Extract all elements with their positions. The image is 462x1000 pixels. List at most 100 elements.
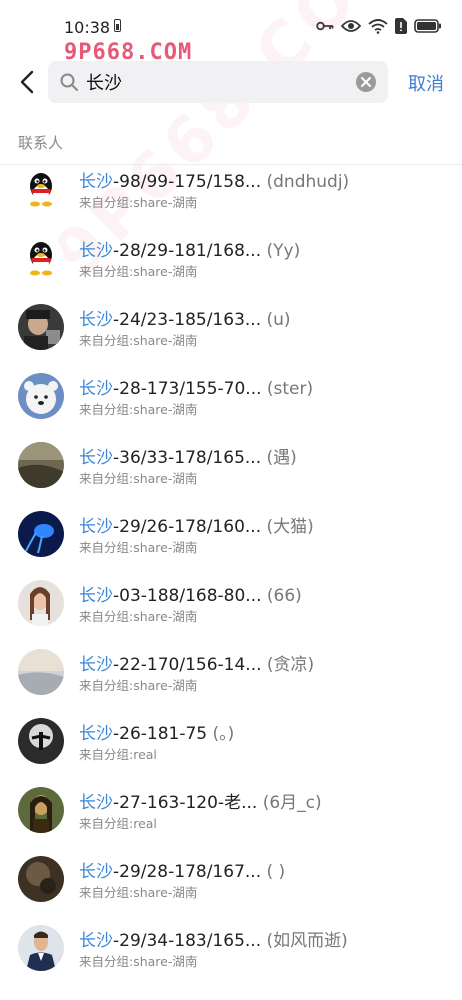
contact-name: 长沙-26-181-75 (。) [79, 719, 449, 744]
contact-name: 长沙-29/28-178/167... ( ) [79, 857, 449, 882]
contact-group: 来自分组:real [79, 747, 157, 762]
contact-row[interactable]: 长沙-36/33-178/165... (遇) 来自分组:share-湖南 [0, 442, 462, 511]
contact-name-highlight: 长沙 [79, 448, 113, 468]
contact-name-highlight: 长沙 [79, 586, 113, 606]
section-label-contacts: 联系人 [18, 134, 64, 152]
clear-button[interactable] [356, 72, 376, 92]
contact-name-rest: -22-170/156-14... [113, 655, 267, 675]
cancel-button[interactable]: 取消 [408, 70, 444, 96]
contact-name-highlight: 长沙 [79, 862, 113, 882]
status-icons [316, 18, 442, 34]
contact-row[interactable]: 长沙-98/99-175/158... (dndhudj) 来自分组:share… [0, 166, 462, 235]
contact-name: 长沙-98/99-175/158... (dndhudj) [79, 167, 449, 192]
contact-group: 来自分组:share-湖南 [79, 402, 198, 417]
close-icon [361, 77, 371, 87]
contact-name-highlight: 长沙 [79, 379, 113, 399]
contact-nickname: ( ) [266, 862, 286, 882]
avatar [18, 304, 64, 350]
contact-name: 长沙-24/23-185/163... (u) [79, 305, 449, 330]
contact-row[interactable]: 长沙-29/34-183/165... (如风而逝) 来自分组:share-湖南 [0, 925, 462, 994]
avatar [18, 166, 64, 212]
contact-name-rest: -36/33-178/165... [113, 448, 267, 468]
contact-row[interactable]: 长沙-03-188/168-80... (66) 来自分组:share-湖南 [0, 580, 462, 649]
contact-row[interactable]: 长沙-29/26-178/160... (大猫) 来自分组:share-湖南 [0, 511, 462, 580]
avatar [18, 856, 64, 902]
contact-row[interactable]: 长沙-28-173/155-70... (ster) 来自分组:share-湖南 [0, 373, 462, 442]
contact-nickname: (大猫) [266, 517, 314, 537]
contact-name-rest: -29/26-178/160... [113, 517, 267, 537]
sim-alert-icon [395, 18, 407, 34]
contact-nickname: (遇) [266, 448, 297, 468]
contact-group: 来自分组:share-湖南 [79, 471, 198, 486]
contact-name: 长沙-28/29-181/168... (Yy) [79, 236, 449, 261]
contact-row[interactable]: 长沙-22-170/156-14... (贪凉) 来自分组:share-湖南 [0, 649, 462, 718]
contact-group: 来自分组:share-湖南 [79, 954, 198, 969]
avatar [18, 373, 64, 419]
contact-name-highlight: 长沙 [79, 241, 113, 261]
divider [0, 164, 462, 165]
contact-name-highlight: 长沙 [79, 655, 113, 675]
contact-group: 来自分组:real [79, 816, 157, 831]
search-box[interactable] [48, 61, 388, 103]
contact-nickname: (6月_c) [262, 793, 322, 813]
contact-name-rest: -98/99-175/158... [113, 172, 267, 192]
contact-row[interactable]: 长沙-28/29-181/168... (Yy) 来自分组:share-湖南 [0, 235, 462, 304]
contact-group: 来自分组:share-湖南 [79, 678, 198, 693]
contact-group: 来自分组:share-湖南 [79, 609, 198, 624]
battery-icon [414, 19, 441, 33]
search-header: 取消 [0, 58, 462, 106]
contact-group: 来自分组:share-湖南 [79, 885, 198, 900]
contact-name-rest: -29/34-183/165... [113, 931, 267, 951]
contact-group: 来自分组:share-湖南 [79, 264, 198, 279]
avatar [18, 511, 64, 557]
contact-name-highlight: 长沙 [79, 310, 113, 330]
avatar [18, 580, 64, 626]
back-button[interactable] [12, 66, 44, 98]
search-input[interactable] [86, 70, 356, 94]
contact-name-highlight: 长沙 [79, 517, 113, 537]
wifi-icon [368, 19, 388, 34]
contact-name-highlight: 长沙 [79, 172, 113, 192]
contact-row[interactable]: 长沙-27-163-120-老... (6月_c) 来自分组:real [0, 787, 462, 856]
contact-name: 长沙-28-173/155-70... (ster) [79, 374, 449, 399]
contact-name-rest: -27-163-120-老... [113, 793, 263, 813]
contact-name-rest: -26-181-75 [113, 724, 213, 744]
contact-name-highlight: 长沙 [79, 724, 113, 744]
contact-name: 长沙-29/34-183/165... (如风而逝) [79, 926, 449, 951]
contact-name: 长沙-36/33-178/165... (遇) [79, 443, 449, 468]
avatar [18, 442, 64, 488]
key-icon [316, 21, 334, 31]
contact-name-rest: -24/23-185/163... [113, 310, 267, 330]
contact-row[interactable]: 长沙-26-181-75 (。) 来自分组:real [0, 718, 462, 787]
back-arrow-icon [20, 70, 34, 94]
contact-nickname: (66) [266, 586, 302, 606]
avatar [18, 718, 64, 764]
avatar [18, 787, 64, 833]
contact-row[interactable]: 长沙-24/23-185/163... (u) 来自分组:share-湖南 [0, 304, 462, 373]
contact-nickname: (贪凉) [266, 655, 315, 675]
contact-group: 来自分组:share-湖南 [79, 195, 198, 210]
contact-row[interactable]: 长沙-29/28-178/167... ( ) 来自分组:share-湖南 [0, 856, 462, 925]
avatar [18, 649, 64, 695]
contact-name: 长沙-27-163-120-老... (6月_c) [79, 788, 449, 813]
avatar [18, 925, 64, 971]
contact-name: 长沙-29/26-178/160... (大猫) [79, 512, 449, 537]
contact-group: 来自分组:share-湖南 [79, 333, 198, 348]
search-icon [60, 73, 78, 91]
avatar [18, 235, 64, 281]
battery-saver-icon [114, 19, 121, 32]
status-time: 10:38 [64, 18, 111, 37]
contact-nickname: (如风而逝) [266, 931, 348, 951]
contact-name-rest: -29/28-178/167... [113, 862, 267, 882]
contact-group: 来自分组:share-湖南 [79, 540, 198, 555]
contact-name-rest: -28/29-181/168... [113, 241, 267, 261]
contact-name: 长沙-03-188/168-80... (66) [79, 581, 449, 606]
contact-nickname: (u) [266, 310, 291, 330]
contact-nickname: (。) [212, 724, 235, 744]
contact-nickname: (Yy) [266, 241, 301, 261]
contact-name-highlight: 长沙 [79, 931, 113, 951]
contact-list: 长沙-98/99-175/158... (dndhudj) 来自分组:share… [0, 166, 462, 994]
contact-nickname: (ster) [266, 379, 314, 399]
contact-name-rest: -28-173/155-70... [113, 379, 267, 399]
contact-name-highlight: 长沙 [79, 793, 113, 813]
